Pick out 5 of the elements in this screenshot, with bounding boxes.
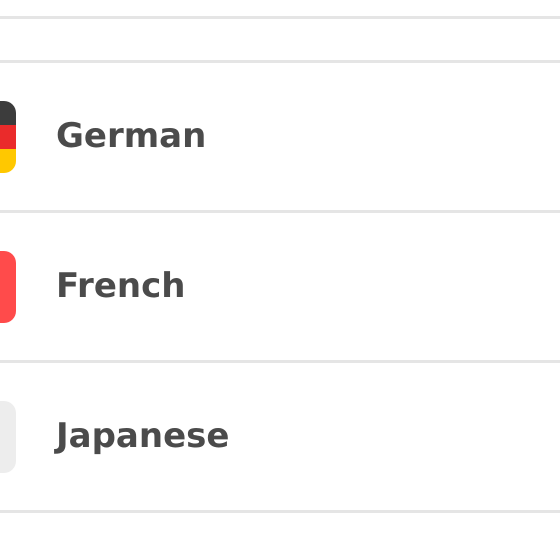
language-name[interactable]: French: [56, 261, 186, 312]
flag-icon: [0, 100, 16, 172]
language-name[interactable]: Japanese: [56, 411, 230, 462]
language-name[interactable]: German: [56, 111, 206, 162]
flag-icon: [0, 250, 16, 322]
